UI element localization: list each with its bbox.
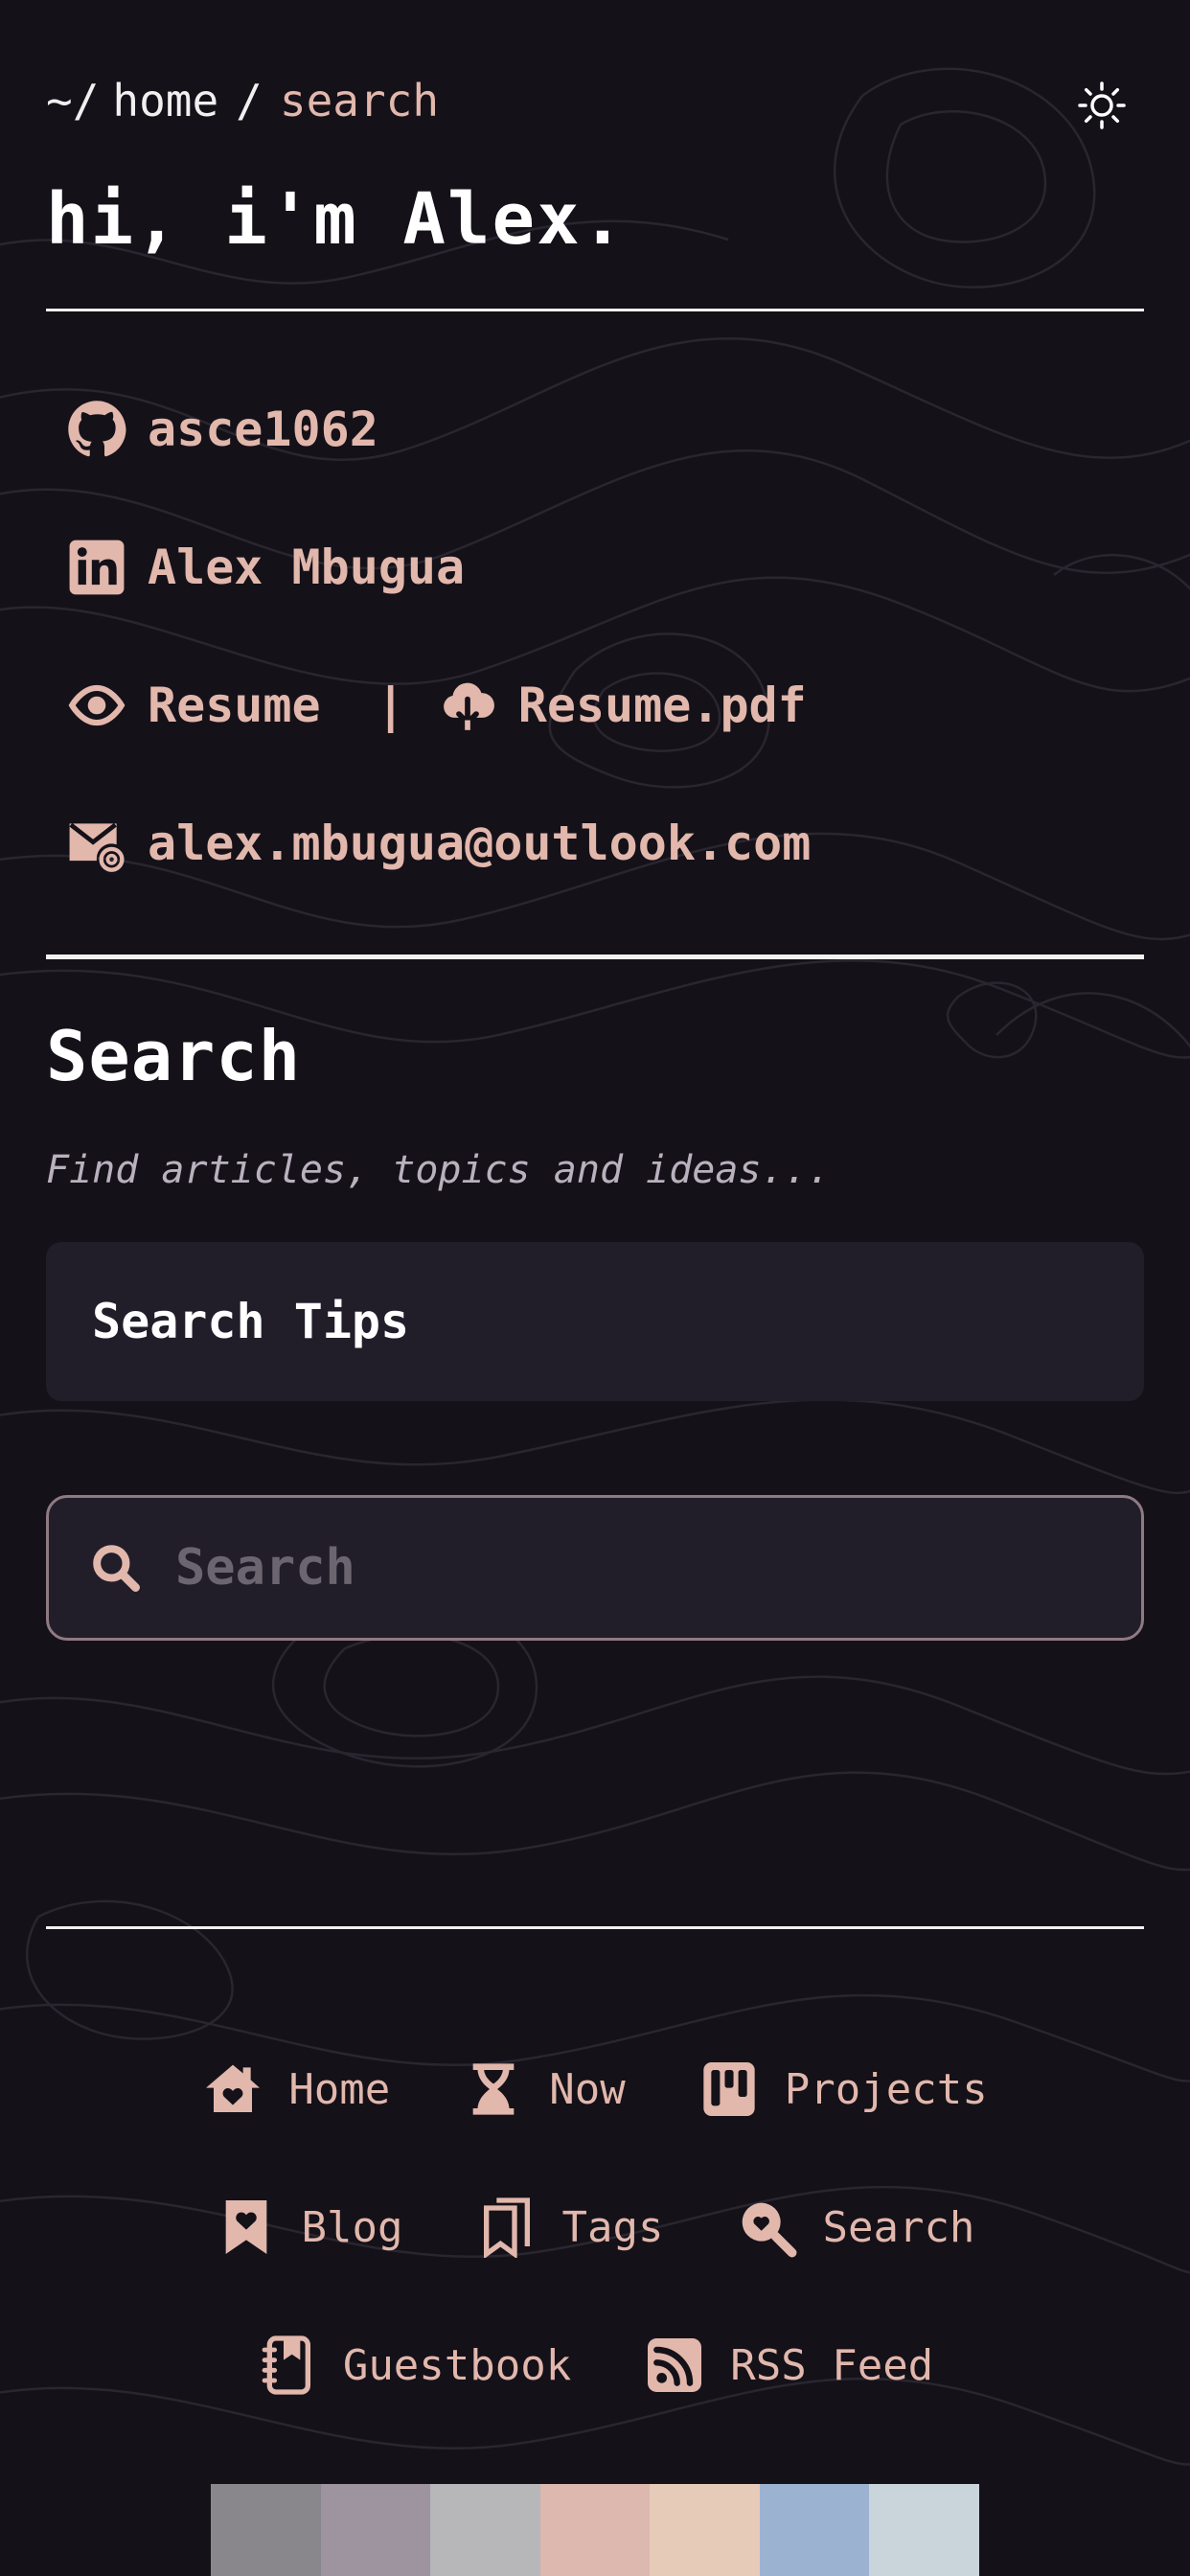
nav-projects-label: Projects — [784, 2064, 988, 2114]
footer-nav-row: Blog Tags Search — [0, 2196, 1190, 2258]
nav-rss-feed-label: RSS Feed — [730, 2340, 934, 2390]
linkedin-link[interactable]: Alex Mbugua — [67, 534, 465, 601]
search-page-title: Search — [46, 1016, 302, 1096]
nav-tags-label: Tags — [561, 2202, 664, 2252]
eye-icon — [68, 684, 126, 726]
email-address: alex.mbugua@outlook.com — [148, 816, 812, 871]
page-greeting: hi, i'm Alex. — [46, 178, 627, 261]
breadcrumb-root[interactable]: ~/ — [46, 75, 99, 126]
nav-guestbook[interactable]: Guestbook — [257, 2334, 571, 2396]
nav-home[interactable]: Home — [202, 2058, 390, 2120]
linkedin-name: Alex Mbugua — [148, 540, 466, 595]
kanban-icon — [703, 2062, 755, 2116]
palette-swatch — [869, 2484, 980, 2576]
hourglass-icon — [472, 2063, 515, 2115]
palette-swatch — [650, 2484, 760, 2576]
resume-label: Resume — [148, 678, 321, 733]
cloud-download-icon — [443, 682, 494, 730]
breadcrumb-home-link[interactable]: home — [112, 75, 218, 126]
resume-link[interactable]: Resume — [67, 676, 321, 735]
resume-row: Resume | Resume.pdf — [67, 672, 807, 739]
palette-swatch — [539, 2484, 651, 2576]
nav-guestbook-label: Guestbook — [342, 2340, 572, 2390]
rss-icon — [648, 2338, 702, 2392]
github-username: asce1062 — [148, 402, 378, 457]
search-tips-label: Search Tips — [92, 1294, 410, 1349]
footer-divider — [46, 1926, 1144, 1929]
github-link[interactable]: asce1062 — [67, 396, 378, 463]
footer-nav-row: Guestbook RSS Feed — [0, 2334, 1190, 2396]
header-divider — [46, 309, 1144, 311]
home-heart-icon — [206, 2064, 261, 2112]
breadcrumb-current: search — [279, 75, 440, 126]
sun-icon[interactable] — [1077, 80, 1127, 130]
resume-pdf-link[interactable]: Resume.pdf — [438, 676, 807, 735]
resume-pdf-label: Resume.pdf — [517, 678, 807, 733]
linkedin-icon — [69, 540, 125, 595]
contacts-divider — [46, 954, 1144, 959]
nav-search[interactable]: Search — [736, 2196, 974, 2258]
palette-swatch — [211, 2484, 321, 2576]
resume-divider: | — [376, 678, 405, 733]
nav-blog-label: Blog — [301, 2202, 403, 2252]
palette-swatch — [430, 2484, 540, 2576]
search-input[interactable] — [175, 1539, 1038, 1597]
bookmark-heart-icon — [225, 2200, 266, 2254]
bookmarks-icon — [483, 2197, 530, 2258]
email-link[interactable]: alex.mbugua@outlook.com — [67, 810, 811, 877]
nav-now-label: Now — [549, 2064, 626, 2114]
breadcrumb: ~/ home / search — [46, 75, 439, 126]
nav-now[interactable]: Now — [463, 2058, 626, 2120]
search-icon — [93, 1545, 140, 1592]
nav-rss-feed[interactable]: RSS Feed — [644, 2334, 933, 2396]
color-palette-strip — [211, 2484, 980, 2576]
search-field — [46, 1495, 1144, 1641]
palette-swatch — [759, 2484, 870, 2576]
nav-tags[interactable]: Tags — [476, 2196, 664, 2258]
search-tips-toggle[interactable]: Search Tips — [46, 1242, 1144, 1401]
nav-home-label: Home — [288, 2064, 391, 2114]
nav-search-label: Search — [822, 2202, 975, 2252]
search-page-subtitle: Find articles, topics and ideas... — [46, 1148, 831, 1192]
palette-swatch — [320, 2484, 431, 2576]
guestbook-icon — [262, 2335, 310, 2395]
footer-nav-row: Home Now Projects — [0, 2058, 1190, 2120]
search-heart-icon — [743, 2202, 797, 2258]
breadcrumb-separator: / — [236, 75, 263, 126]
nav-blog[interactable]: Blog — [216, 2196, 403, 2258]
nav-projects[interactable]: Projects — [698, 2058, 988, 2120]
github-icon — [68, 401, 126, 457]
mail-at-icon — [69, 822, 125, 872]
